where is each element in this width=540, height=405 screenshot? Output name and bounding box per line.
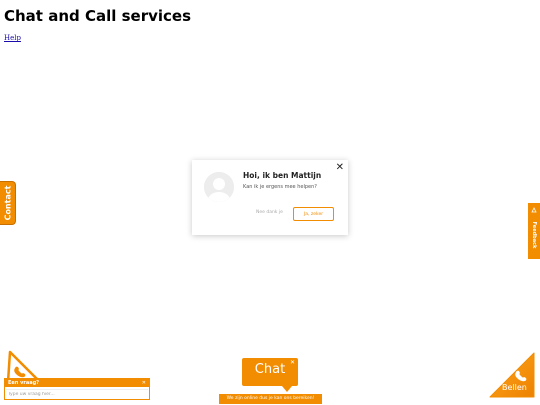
agent-question: Kan ik je ergens mee helpen? [243, 184, 317, 190]
ask-widget-header: Een vraag? ✕ [5, 379, 149, 387]
ask-widget-title: Een vraag? [8, 380, 40, 386]
chat-bubble-tail [282, 386, 292, 392]
contact-tab-label: Contact [3, 185, 12, 221]
chat-invite-popup: ✕ Hoi, ik ben Mattijn Kan ik je ergens m… [192, 160, 348, 235]
feedback-tab[interactable]: Feedback [528, 203, 540, 259]
chat-bubble-button[interactable]: Chat ✕ [242, 358, 298, 392]
avatar [204, 172, 234, 202]
online-status-bar: We zijn online dus je kan ons bereiken! [219, 394, 322, 404]
page-title: Chat and Call services [4, 7, 192, 25]
chat-bubble-close-icon[interactable]: ✕ [290, 359, 295, 366]
dismiss-button[interactable]: Nee dank je [256, 210, 283, 215]
feedback-tab-label: Feedback [531, 222, 537, 249]
popup-close-icon[interactable]: ✕ [336, 162, 344, 174]
call-button[interactable]: Bellen [488, 351, 536, 399]
ask-widget: Een vraag? ✕ [4, 378, 150, 400]
call-button-label: Bellen [502, 383, 527, 392]
accept-button[interactable]: Ja, zeker [293, 207, 334, 221]
question-input[interactable] [6, 389, 148, 398]
contact-tab[interactable]: Contact [0, 181, 16, 225]
user-silhouette-icon [204, 172, 234, 202]
ask-widget-close-icon[interactable]: ✕ [142, 379, 146, 387]
help-link[interactable]: Help [4, 34, 21, 42]
feedback-icon [531, 207, 537, 213]
agent-name: Hoi, ik ben Mattijn [243, 171, 322, 180]
